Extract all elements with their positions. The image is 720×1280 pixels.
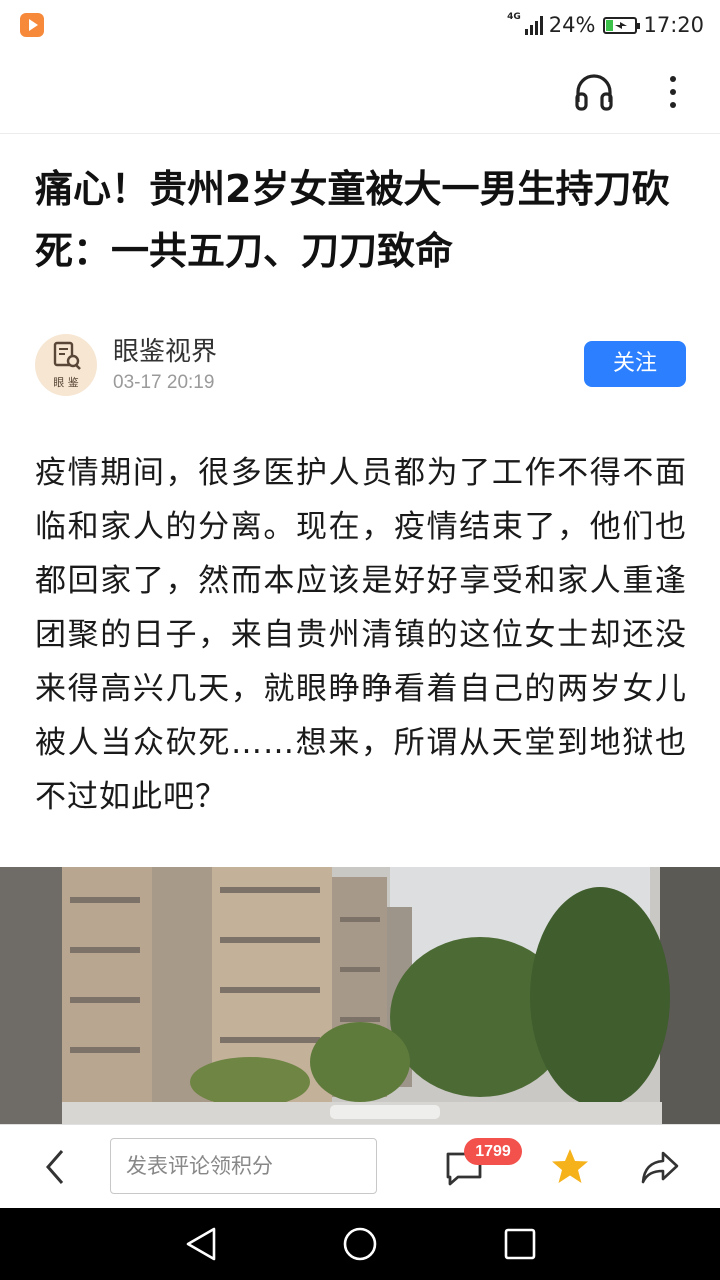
status-indicators: 4G 24% 17:20	[507, 10, 704, 40]
charging-bolt-icon	[615, 21, 628, 29]
follow-button[interactable]: 关注	[584, 341, 686, 387]
clock: 17:20	[643, 13, 704, 37]
street-scene-image	[0, 867, 720, 1124]
publish-date: 03-17 20:19	[113, 372, 215, 393]
nav-home-icon[interactable]	[342, 1226, 378, 1262]
back-chevron-icon[interactable]	[36, 1145, 76, 1189]
battery-percent: 24%	[548, 13, 596, 37]
bottom-action-bar: 发表评论领积分 1799	[0, 1124, 720, 1208]
app-badge-icon	[20, 13, 44, 37]
nav-back-icon[interactable]	[184, 1226, 218, 1262]
battery-charging-icon	[603, 16, 641, 34]
comment-count-badge: 1799	[464, 1138, 522, 1165]
more-vertical-icon[interactable]	[664, 72, 682, 112]
avatar-text: 眼 鉴	[53, 376, 79, 389]
battery-level	[606, 19, 614, 31]
article-title: 痛心！贵州2岁女童被大一男生持刀砍死：一共五刀、刀刀致命	[35, 167, 670, 273]
star-icon[interactable]	[550, 1146, 590, 1186]
top-action-bar	[0, 50, 720, 134]
signal-icon	[524, 15, 543, 35]
author-avatar[interactable]: 眼 鉴	[35, 334, 97, 396]
share-icon[interactable]	[640, 1147, 680, 1187]
status-bar: 4G 24% 17:20	[0, 0, 720, 50]
article-body: 疫情期间，很多医护人员都为了工作不得不面临和家人的分离。现在，疫情结束了，他们也…	[35, 455, 687, 815]
network-type: 4G	[507, 12, 521, 22]
system-nav-bar	[0, 1208, 720, 1280]
article-photo[interactable]	[0, 867, 720, 1124]
comment-input[interactable]: 发表评论领积分	[110, 1138, 377, 1194]
nav-recents-icon[interactable]	[503, 1227, 537, 1261]
author-name[interactable]: 眼鉴视界	[113, 331, 217, 368]
headphones-icon[interactable]	[573, 72, 615, 112]
